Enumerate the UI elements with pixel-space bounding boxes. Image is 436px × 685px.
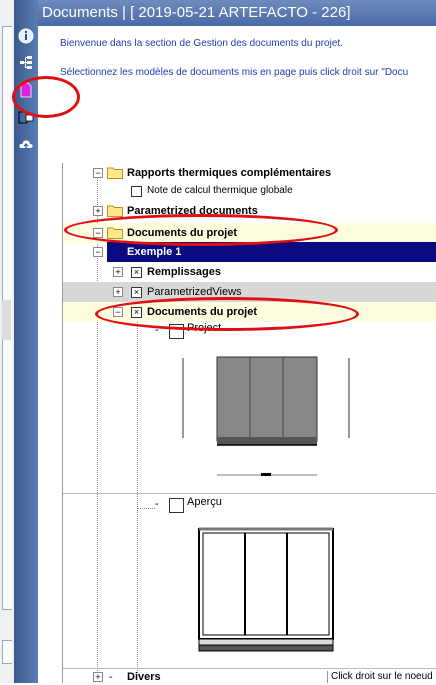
tree-node-label: Rapports thermiques complémentaires	[127, 167, 332, 179]
node-checkbox[interactable]: ×	[131, 287, 142, 298]
preview-separator	[63, 493, 436, 494]
collapse-toggle-icon[interactable]: −	[93, 247, 103, 257]
node-checkbox[interactable]	[169, 498, 184, 513]
folder-icon	[107, 204, 123, 217]
expand-toggle-icon[interactable]: +	[113, 267, 123, 277]
expand-toggle-icon[interactable]: +	[93, 206, 103, 216]
annotation-ellipse	[95, 297, 359, 331]
tree-node-remplissages[interactable]: + × Remplissages	[63, 262, 436, 282]
node-checkbox[interactable]: ×	[131, 267, 142, 278]
window-title: Documents | [ 2019-05-21 ARTEFACTO - 226…	[38, 0, 436, 26]
tree-node-label: Remplissages	[147, 266, 221, 278]
project-drawing-preview	[173, 353, 353, 483]
intro-welcome-text: Bienvenue dans la section de Gestion des…	[60, 38, 343, 49]
tree-node-label: Aperçu	[187, 496, 222, 508]
left-panel-frame-bottom	[2, 640, 12, 664]
expand-toggle-icon[interactable]: +	[113, 287, 123, 297]
tree-node-rapports[interactable]: − Rapports thermiques complémentaires	[63, 163, 436, 183]
splitter-grip[interactable]	[2, 300, 11, 340]
annotation-ellipse	[12, 76, 80, 118]
node-checkbox[interactable]	[131, 186, 142, 197]
apercu-drawing-preview	[197, 525, 337, 665]
expand-toggle-icon[interactable]: +	[93, 672, 103, 682]
status-hint-text: Click droit sur le noeud	[327, 671, 436, 683]
info-icon[interactable]	[18, 28, 34, 44]
collapse-toggle-icon[interactable]: −	[93, 168, 103, 178]
tree-node-label: Note de calcul thermique globale	[147, 185, 293, 196]
cloud-icon[interactable]	[18, 136, 34, 152]
tree-icon[interactable]	[18, 55, 34, 71]
tree-node-apercu[interactable]: - Aperçu	[63, 496, 436, 513]
tree-node-note[interactable]: Note de calcul thermique globale	[63, 181, 436, 201]
annotation-ellipse	[64, 214, 338, 246]
folder-icon	[107, 166, 123, 179]
intro-instruction-text: Sélectionnez les modèles de documents mi…	[60, 67, 409, 78]
